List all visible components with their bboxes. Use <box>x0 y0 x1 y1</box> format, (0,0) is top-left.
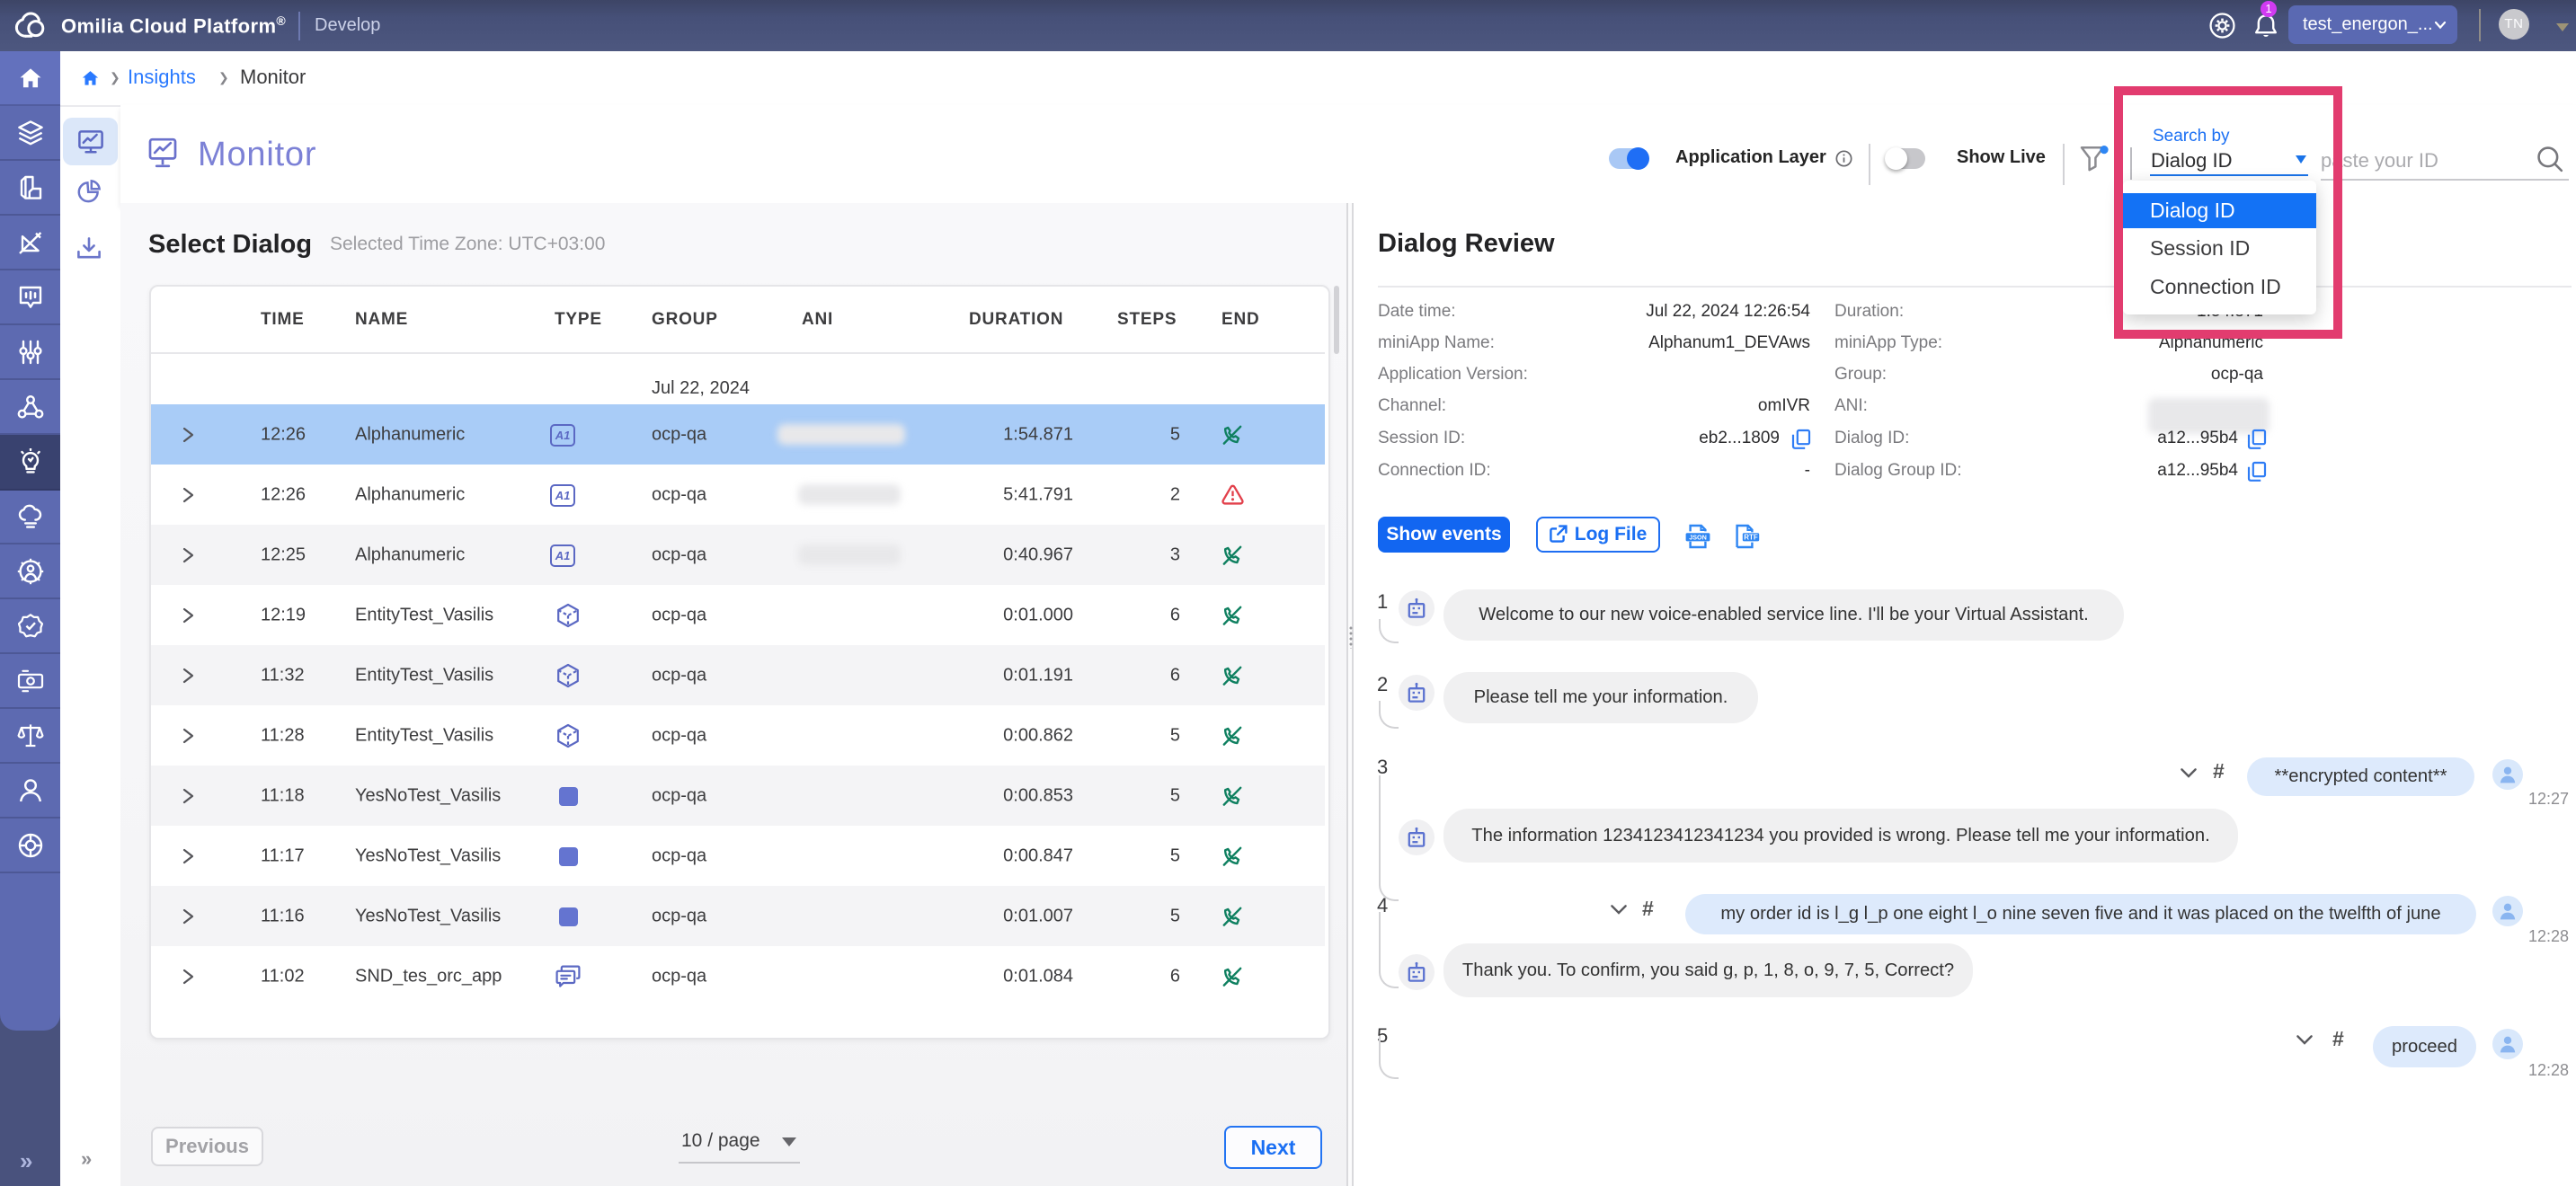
svg-text:JSON: JSON <box>1689 533 1707 541</box>
svg-text:RTF: RTF <box>1744 533 1758 541</box>
